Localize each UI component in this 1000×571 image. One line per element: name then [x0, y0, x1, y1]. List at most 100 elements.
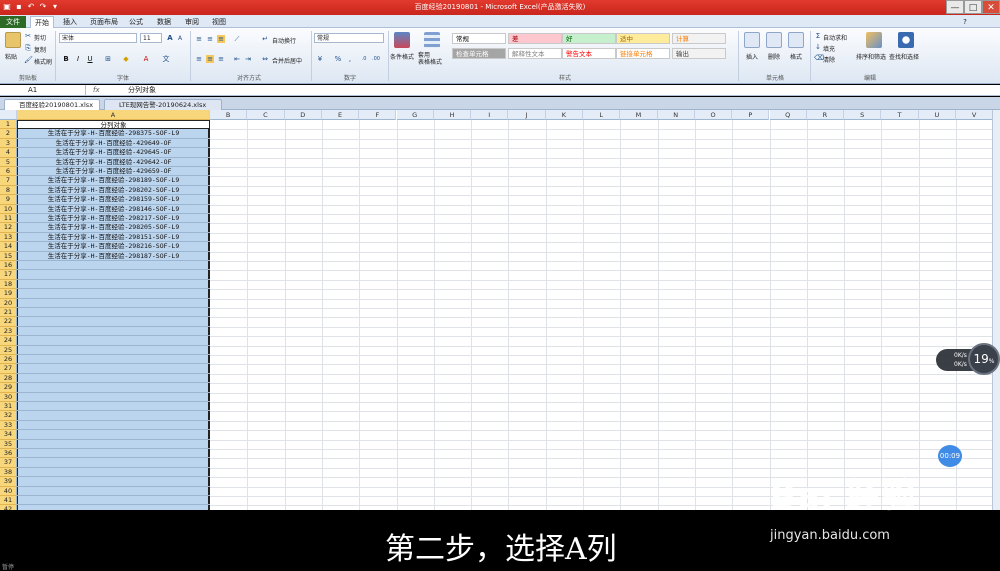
cell-a[interactable]: [17, 308, 210, 318]
cell-a[interactable]: [17, 280, 210, 290]
cell-a[interactable]: [17, 496, 210, 506]
row-header-15[interactable]: 15: [0, 251, 17, 261]
format-painter-icon[interactable]: 🖌: [24, 56, 33, 64]
speed-gauge[interactable]: 19%: [968, 343, 1000, 375]
row-header-8[interactable]: 8: [0, 185, 17, 196]
column-header-O[interactable]: O: [694, 110, 733, 120]
align-left-icon[interactable]: ≡: [195, 55, 203, 63]
cell-a[interactable]: [17, 458, 210, 468]
cut-button[interactable]: 剪切: [34, 33, 46, 42]
merge-center-icon[interactable]: ⇔: [261, 55, 269, 63]
align-bottom-icon[interactable]: ≡: [217, 35, 225, 43]
orientation-icon[interactable]: ⟋: [233, 35, 241, 43]
row-header-1[interactable]: 1: [0, 120, 17, 130]
cell-a[interactable]: [17, 402, 210, 412]
column-header-V[interactable]: V: [956, 110, 992, 120]
cell-a[interactable]: 生活在于分享-H-百度经验-298159-SOF-L9: [17, 195, 210, 205]
cell-style-4[interactable]: 计算: [672, 33, 726, 44]
delete-cells-icon[interactable]: [766, 32, 782, 48]
copy-icon[interactable]: ⎘: [24, 44, 32, 52]
align-middle-icon[interactable]: ≡: [206, 35, 214, 43]
row-header-20[interactable]: 20: [0, 298, 17, 308]
format-as-table-button[interactable]: 套用 表格格式: [418, 52, 442, 66]
column-header-G[interactable]: G: [396, 110, 434, 120]
row-header-25[interactable]: 25: [0, 345, 17, 355]
format-as-table-icon[interactable]: [424, 32, 440, 48]
currency-icon[interactable]: ¥: [316, 55, 324, 63]
format-cells-button[interactable]: 格式: [790, 52, 802, 61]
row-header-37[interactable]: 37: [0, 458, 17, 468]
function-icon[interactable]: fx: [93, 85, 100, 96]
tab-view[interactable]: 视图: [207, 16, 231, 28]
underline-button[interactable]: U: [86, 55, 94, 63]
column-header-R[interactable]: R: [806, 110, 845, 120]
close-button[interactable]: ✕: [982, 0, 1000, 14]
column-header-P[interactable]: P: [732, 110, 770, 120]
cell-a[interactable]: [17, 355, 210, 365]
row-header-29[interactable]: 29: [0, 383, 17, 393]
column-header-K[interactable]: K: [545, 110, 583, 120]
vertical-scrollbar[interactable]: [992, 110, 1000, 510]
paste-button[interactable]: 粘贴: [5, 52, 17, 61]
row-header-38[interactable]: 38: [0, 467, 17, 478]
row-header-16[interactable]: 16: [0, 261, 17, 271]
cell-a[interactable]: [17, 327, 210, 337]
column-header-D[interactable]: D: [284, 110, 322, 120]
cell-a[interactable]: [17, 477, 210, 487]
cell-style-5[interactable]: 检查单元格: [452, 48, 506, 59]
italic-button[interactable]: I: [74, 55, 82, 63]
cell-a[interactable]: 生活在于分享-H-百度经验-298202-SOF-L9: [17, 186, 210, 196]
cell-a[interactable]: 生活在于分享-H-百度经验-298205-SOF-L9: [17, 223, 210, 233]
fill-button[interactable]: 填充: [823, 44, 835, 53]
row-header-24[interactable]: 24: [0, 336, 17, 346]
cell-style-9[interactable]: 输出: [672, 48, 726, 59]
cell-a1-header[interactable]: 分列对象: [17, 120, 210, 130]
increase-indent-icon[interactable]: ⇥: [244, 55, 252, 63]
tab-page-layout[interactable]: 页面布局: [86, 16, 122, 28]
row-header-26[interactable]: 26: [0, 355, 17, 365]
column-header-E[interactable]: E: [321, 110, 360, 120]
column-header-N[interactable]: N: [657, 110, 695, 120]
autosum-button[interactable]: 自动求和: [823, 33, 847, 42]
cell-a[interactable]: 生活在于分享-H-百度经验-298216-SOF-L9: [17, 242, 210, 252]
workbook-tab[interactable]: LTE现网告警-20190624.xlsx: [104, 99, 222, 110]
autosum-icon[interactable]: Σ: [814, 32, 822, 40]
cell-a[interactable]: [17, 393, 210, 402]
cell-a[interactable]: [17, 364, 210, 374]
insert-cells-icon[interactable]: [744, 32, 760, 48]
font-name-select[interactable]: 宋体: [59, 33, 137, 43]
minimize-button[interactable]: —: [946, 0, 964, 14]
help-icon[interactable]: ?: [960, 16, 970, 28]
column-header-H[interactable]: H: [433, 110, 472, 120]
row-header-41[interactable]: 41: [0, 496, 17, 506]
cell-a[interactable]: 生活在于分享-H-百度经验-429649-OF: [17, 139, 210, 149]
tab-formulas[interactable]: 公式: [124, 16, 148, 28]
row-header-18[interactable]: 18: [0, 279, 17, 290]
cell-style-3[interactable]: 适中: [616, 33, 670, 44]
cell-a[interactable]: [17, 449, 210, 459]
percent-button[interactable]: %: [334, 55, 342, 63]
phonetic-icon[interactable]: 文: [162, 55, 170, 63]
number-format-select[interactable]: 常规: [314, 33, 384, 43]
select-all-corner[interactable]: [0, 110, 17, 120]
cell-style-0[interactable]: 常规: [452, 33, 506, 44]
row-header-19[interactable]: 19: [0, 289, 17, 299]
column-header-J[interactable]: J: [508, 110, 546, 120]
row-header-27[interactable]: 27: [0, 364, 17, 374]
cell-a[interactable]: 生活在于分享-H-百度经验-298375-SOF-L9: [17, 129, 210, 139]
comma-style-icon[interactable]: ,: [346, 55, 354, 63]
row-header-36[interactable]: 36: [0, 449, 17, 459]
font-size-select[interactable]: 11: [140, 33, 162, 43]
tab-file[interactable]: 文件: [0, 16, 26, 28]
row-header-34[interactable]: 34: [0, 430, 17, 440]
column-header-T[interactable]: T: [881, 110, 919, 120]
decrease-indent-icon[interactable]: ⇤: [233, 55, 241, 63]
cell-a[interactable]: [17, 336, 210, 346]
formula-input[interactable]: 分列对象: [128, 85, 156, 96]
column-header-L[interactable]: L: [583, 110, 621, 120]
row-header-7[interactable]: 7: [0, 176, 17, 186]
column-header-B[interactable]: B: [210, 110, 248, 120]
wrap-text-icon[interactable]: ↵: [261, 35, 269, 43]
cell-a[interactable]: [17, 487, 210, 496]
row-header-5[interactable]: 5: [0, 157, 17, 167]
